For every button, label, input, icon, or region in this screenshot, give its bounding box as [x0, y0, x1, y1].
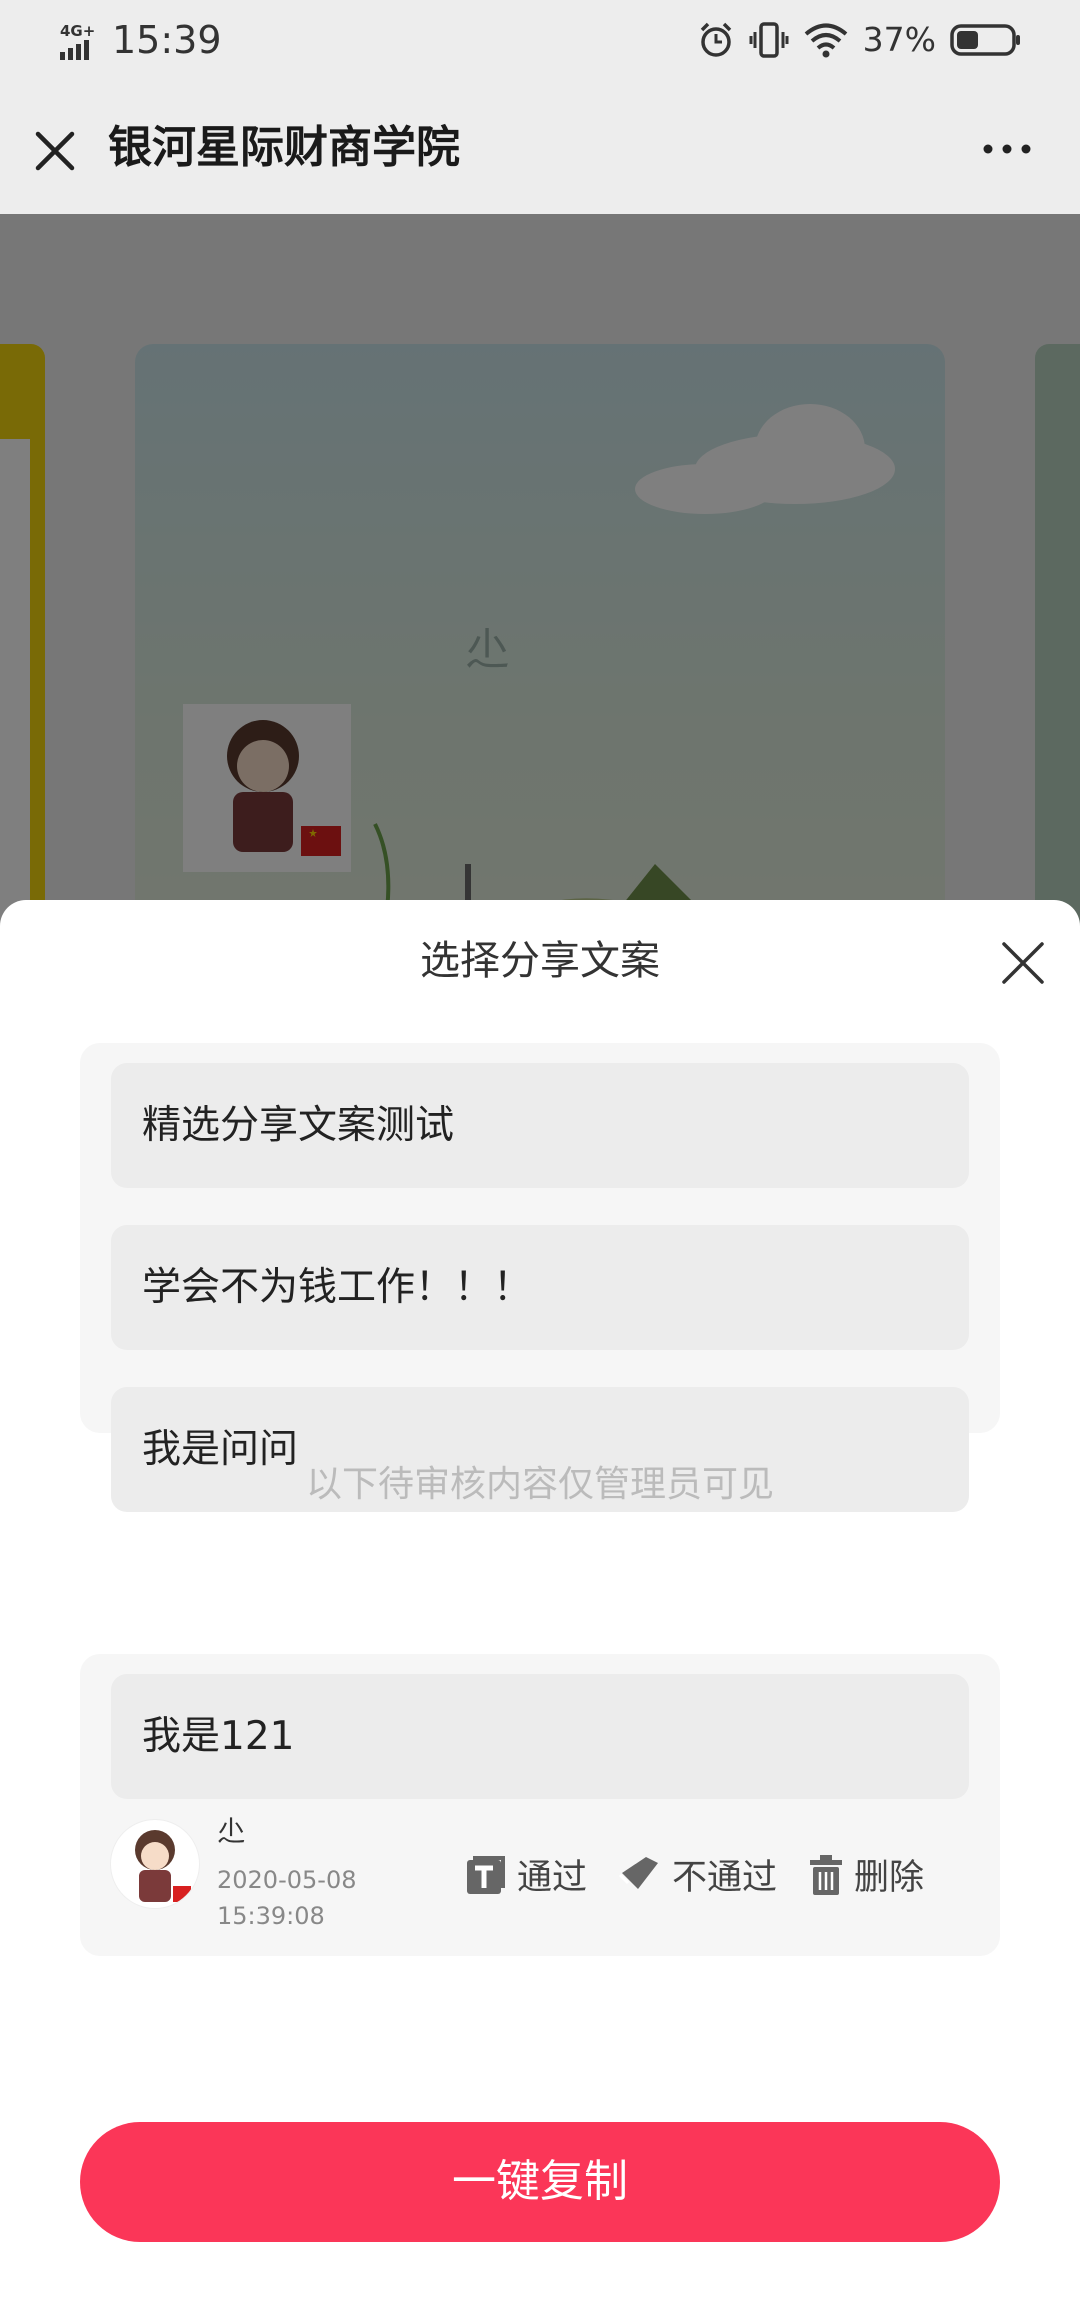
- page-title: 银河星际财商学院: [108, 122, 460, 173]
- close-icon[interactable]: [30, 119, 80, 179]
- reject-button[interactable]: 不通过: [618, 1849, 777, 1900]
- approve-label: 通过: [517, 1858, 588, 1898]
- author-name: 尐: [217, 1815, 246, 1848]
- delete-label: 删除: [854, 1858, 925, 1898]
- copy-options-list: 精选分享文案测试 学会不为钱工作！！！ 我是问问: [80, 1043, 1000, 1512]
- wifi-icon: [804, 23, 847, 57]
- trash-icon: [810, 1854, 842, 1895]
- title-bar: 银河星际财商学院: [0, 84, 1080, 214]
- submit-time: 2020-05-08 15:39:08: [217, 1862, 377, 1934]
- approve-button[interactable]: 通过: [465, 1849, 587, 1900]
- submit-date: 2020-05-08: [217, 1866, 357, 1894]
- copy-option[interactable]: 精选分享文案测试: [111, 1063, 969, 1188]
- avatar: [110, 1819, 200, 1909]
- reject-label: 不通过: [672, 1858, 778, 1898]
- more-icon[interactable]: [972, 124, 1042, 174]
- delete-button[interactable]: 删除: [808, 1849, 924, 1900]
- copy-button[interactable]: 一键复制: [80, 2122, 1000, 2242]
- copy-option[interactable]: 学会不为钱工作！！！: [111, 1225, 969, 1350]
- signal-icon: 4G+: [58, 22, 106, 62]
- battery-percent: 37%: [862, 20, 936, 59]
- status-left: 4G+ 15:39: [58, 18, 222, 62]
- status-bar: 4G+ 15:39 37%: [0, 0, 1080, 84]
- eraser-icon: [618, 1856, 658, 1889]
- battery-icon: [950, 23, 1020, 56]
- status-right: 37%: [697, 20, 1022, 59]
- pending-copy-option[interactable]: 我是121: [111, 1674, 969, 1799]
- text-icon: [467, 1855, 505, 1894]
- network-type: 4G+: [60, 22, 96, 40]
- share-copy-sheet: 选择分享文案 精选分享文案测试 学会不为钱工作！！！ 我是问问 以下待审核内容仅…: [0, 900, 1080, 2316]
- alarm-icon: [700, 22, 731, 57]
- pending-note: 以下待审核内容仅管理员可见: [305, 1464, 774, 1505]
- pending-review-card: 我是121 尐 2020-05-08 15:39:08 通过 不通过 删除: [80, 1654, 1000, 1956]
- close-icon[interactable]: [998, 938, 1048, 988]
- submit-clock: 15:39:08: [217, 1902, 325, 1930]
- vibrate-icon: [749, 21, 789, 58]
- sheet-title: 选择分享文案: [420, 938, 660, 984]
- status-time: 15:39: [112, 18, 222, 62]
